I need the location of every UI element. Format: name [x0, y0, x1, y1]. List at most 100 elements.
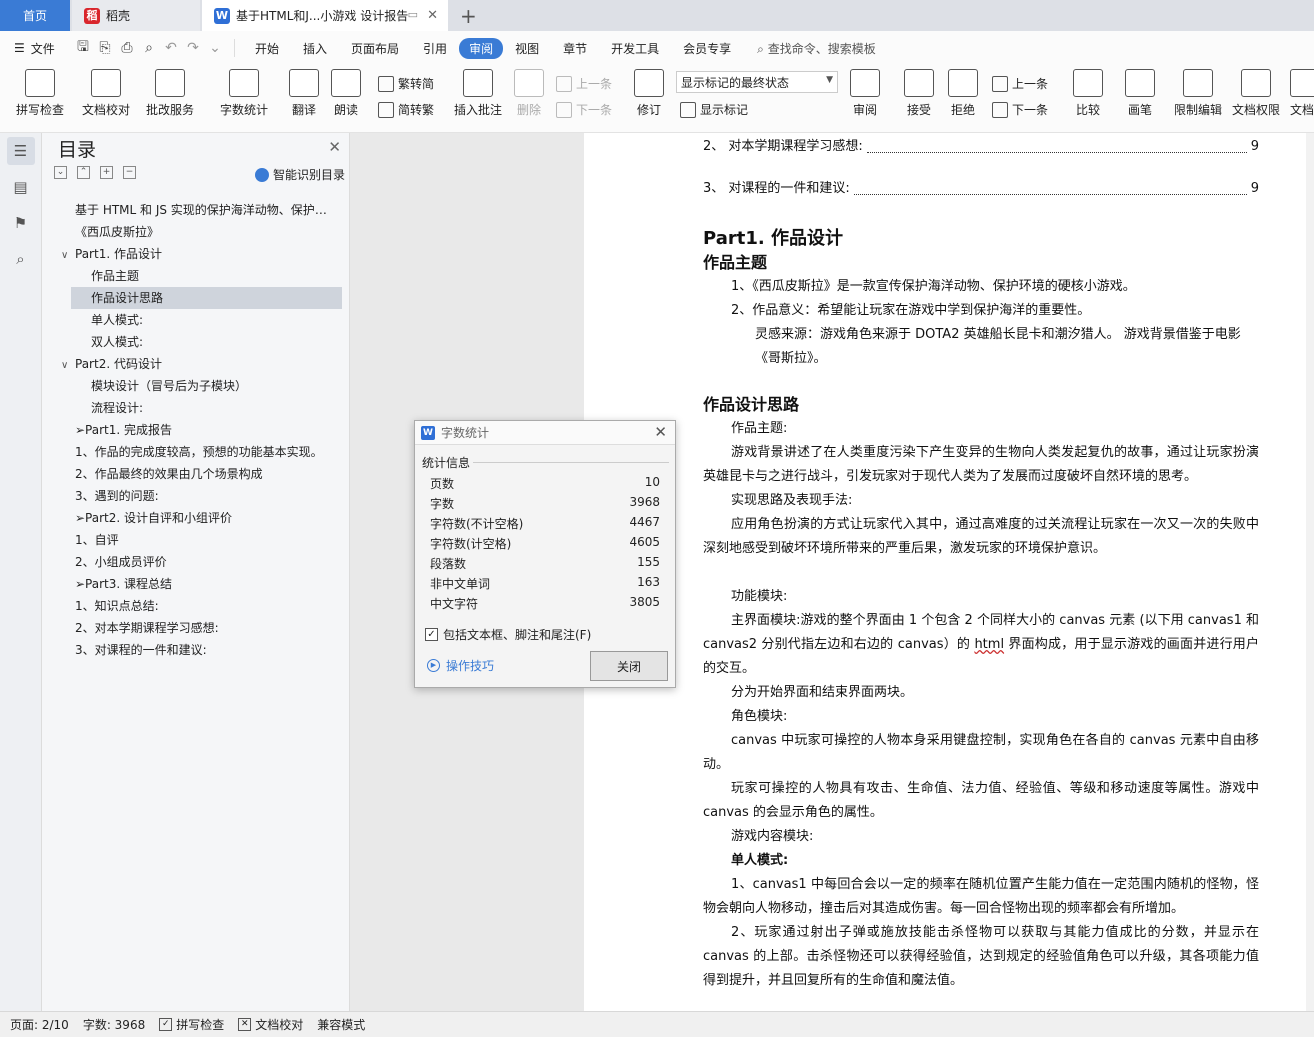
- show-markup-button[interactable]: 显示标记: [680, 101, 748, 118]
- status-spell-label: 拼写检查: [176, 1018, 225, 1032]
- menu-view[interactable]: 视图: [503, 40, 551, 57]
- tips-link[interactable]: ▶ 操作技巧: [427, 657, 494, 674]
- print-icon[interactable]: ⎙: [116, 40, 138, 56]
- undo-icon[interactable]: ↶: [160, 40, 182, 56]
- tab-document[interactable]: W 基于HTML和J...小游戏 设计报告 ▭ ✕: [202, 0, 448, 31]
- simp-to-trad-button[interactable]: 简转繁: [378, 101, 434, 118]
- pen-button[interactable]: 画笔: [1124, 69, 1156, 118]
- file-menu[interactable]: ☰ 文件: [0, 40, 72, 57]
- toc-item[interactable]: 3、遇到的问题:: [42, 485, 350, 507]
- toc-item[interactable]: ➢Part3. 课程总结: [42, 573, 350, 595]
- doc-permission-button[interactable]: 文档权限: [1230, 69, 1282, 118]
- stat-label: 字符数(计空格): [430, 537, 512, 551]
- proofread-button[interactable]: 文档校对: [78, 69, 134, 118]
- translate-button[interactable]: 翻译: [286, 69, 322, 118]
- close-tab-icon[interactable]: ✕: [427, 8, 438, 23]
- next-change-button[interactable]: 下一条: [992, 101, 1048, 118]
- menu-developer[interactable]: 开发工具: [599, 40, 671, 57]
- toc-item[interactable]: 作品设计思路: [71, 287, 342, 309]
- toc-item[interactable]: ➢Part1. 完成报告: [42, 419, 350, 441]
- menu-chapter[interactable]: 章节: [551, 40, 599, 57]
- review-pane-button[interactable]: 审阅: [848, 69, 882, 118]
- track-changes-button[interactable]: 修订: [632, 69, 666, 118]
- compare-button[interactable]: 比较: [1070, 69, 1106, 118]
- toc-item[interactable]: 作品主题: [42, 265, 350, 287]
- menu-review[interactable]: 审阅: [459, 37, 504, 59]
- more-icon[interactable]: ⌄: [204, 40, 226, 56]
- redo-icon[interactable]: ↷: [182, 40, 204, 56]
- page-indicator[interactable]: 页面: 2/10: [10, 1016, 69, 1033]
- reject-button[interactable]: 拒绝: [946, 69, 980, 118]
- print-preview-icon[interactable]: ⌕: [138, 40, 160, 56]
- vertical-scrollbar[interactable]: [1306, 133, 1314, 1011]
- trad-to-simp-button[interactable]: 繁转简: [378, 75, 434, 92]
- toc-item[interactable]: 2、对本学期课程学习感想:: [42, 617, 350, 639]
- toc-item[interactable]: 1、知识点总结:: [42, 595, 350, 617]
- collapse-icon[interactable]: ⌄: [54, 166, 67, 179]
- expand-up-icon[interactable]: ⌃: [77, 166, 90, 179]
- add-item-icon[interactable]: +: [100, 166, 113, 179]
- checkbox-label: 包括文本框、脚注和尾注(F): [443, 628, 592, 642]
- toc-item[interactable]: 1、自评: [42, 529, 350, 551]
- close-icon[interactable]: ✕: [654, 423, 667, 441]
- toc-controls: ⌄ ⌃ + −: [54, 166, 136, 179]
- read-aloud-button[interactable]: 朗读: [330, 69, 362, 118]
- chapter-nav-icon[interactable]: ▤: [7, 173, 35, 201]
- toc-item[interactable]: 《西瓜皮斯拉》: [42, 221, 350, 243]
- restrict-editing-button[interactable]: 限制编辑: [1172, 69, 1224, 118]
- toc-item[interactable]: 双人模式:: [42, 331, 350, 353]
- tab-home[interactable]: 首页: [0, 0, 70, 31]
- smart-toc-icon: [254, 167, 269, 182]
- smart-toc-button[interactable]: 智能识别目录: [254, 166, 345, 183]
- toc-item[interactable]: 3、对课程的一件和建议:: [42, 639, 350, 661]
- toc-item[interactable]: ➢Part2. 设计自评和小组评价: [42, 507, 350, 529]
- tab-daoke[interactable]: 稻 稻壳: [72, 0, 200, 31]
- spell-error-word[interactable]: html: [974, 637, 1004, 652]
- status-spell-check[interactable]: ✓ 拼写检查: [159, 1016, 224, 1033]
- toc-item[interactable]: 流程设计:: [42, 397, 350, 419]
- export-pdf-icon[interactable]: ⎘: [94, 40, 116, 56]
- word-count-indicator[interactable]: 字数: 3968: [83, 1016, 145, 1033]
- toc-item[interactable]: 单人模式:: [42, 309, 350, 331]
- toc-panel-icon[interactable]: ☰: [6, 137, 35, 165]
- toc-item[interactable]: ∨ Part2. 代码设计: [42, 353, 350, 375]
- toc-item[interactable]: 2、小组成员评价: [42, 551, 350, 573]
- prev-change-button[interactable]: 上一条: [992, 75, 1048, 92]
- insert-comment-button[interactable]: 插入批注: [452, 69, 504, 118]
- close-icon[interactable]: ✕: [328, 138, 341, 156]
- screen-icon[interactable]: ▭: [408, 8, 418, 21]
- toc-item[interactable]: 1、作品的完成度较高，预想的功能基本实现。: [42, 441, 350, 463]
- toc-item[interactable]: 模块设计（冒号后为子模块）: [42, 375, 350, 397]
- toc-item[interactable]: 2、作品最终的效果由几个场景构成: [42, 463, 350, 485]
- accept-button[interactable]: 接受: [902, 69, 936, 118]
- delete-comment-label: 删除: [516, 103, 541, 117]
- delete-comment-button[interactable]: 删除: [512, 69, 546, 118]
- bookmark-icon[interactable]: ⚑: [7, 209, 35, 237]
- new-tab-button[interactable]: +: [460, 4, 477, 28]
- command-search[interactable]: ⌕ 查找命令、搜索模板: [757, 40, 876, 57]
- save-icon[interactable]: 🖫: [72, 36, 94, 60]
- include-textbox-checkbox[interactable]: ✓ 包括文本框、脚注和尾注(F): [425, 626, 591, 643]
- menu-page-layout[interactable]: 页面布局: [339, 40, 411, 57]
- find-icon[interactable]: ⌕: [7, 245, 35, 273]
- status-proofread[interactable]: ✕ 文档校对: [238, 1016, 303, 1033]
- menu-insert[interactable]: 插入: [291, 40, 339, 57]
- menu-start[interactable]: 开始: [243, 40, 291, 57]
- toc-item[interactable]: ∨ Part1. 作品设计: [42, 243, 350, 265]
- chevron-down-icon[interactable]: ∨: [61, 355, 75, 375]
- close-button[interactable]: 关闭: [590, 651, 668, 681]
- document-page[interactable]: 2、 对本学期课程学习感想: 9 3、 对课程的一件和建议: 9 Part1. 作品…: [584, 133, 1314, 1011]
- menu-member[interactable]: 会员专享: [671, 40, 743, 57]
- toc-item[interactable]: 基于 HTML 和 JS 实现的保护海洋动物、保护 ...: [42, 199, 350, 221]
- command-search-label: 查找命令、搜索模板: [767, 41, 876, 56]
- markup-state-select[interactable]: 显示标记的最终状态 ▼: [676, 71, 838, 93]
- remove-item-icon[interactable]: −: [123, 166, 136, 179]
- word-count-button[interactable]: 字数统计: [216, 69, 272, 118]
- review-service-button[interactable]: 批改服务: [140, 69, 200, 118]
- prev-comment-button[interactable]: 上一条: [556, 75, 612, 92]
- chevron-down-icon[interactable]: ∨: [61, 245, 75, 265]
- menu-references[interactable]: 引用: [411, 40, 459, 57]
- spell-check-button[interactable]: 拼写检查: [10, 69, 70, 118]
- doc-more-button[interactable]: 文档: [1290, 69, 1314, 118]
- next-comment-button[interactable]: 下一条: [556, 101, 612, 118]
